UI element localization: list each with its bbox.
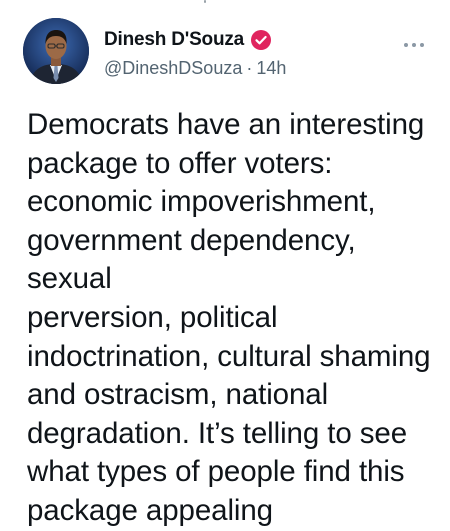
- author-name-row[interactable]: Dinesh D'Souza: [104, 27, 272, 53]
- tweet-text: Democrats have an interesting package to…: [27, 108, 431, 527]
- handle-row: @DineshDSouza · 14h: [104, 56, 286, 80]
- tweet-timestamp[interactable]: 14h: [256, 58, 286, 78]
- more-horizontal-icon: [404, 43, 408, 47]
- more-options-button[interactable]: [404, 38, 424, 52]
- verified-badge-icon: [251, 30, 272, 50]
- author-display-name[interactable]: Dinesh D'Souza: [104, 29, 244, 51]
- tweet-card: Dinesh D'Souza @DineshDSouza · 14h Democra…: [0, 0, 450, 527]
- author-handle[interactable]: @DineshDSouza: [104, 58, 242, 78]
- scroll-indicator: [204, 0, 206, 3]
- avatar[interactable]: [23, 18, 89, 84]
- more-horizontal-icon: [412, 43, 416, 47]
- more-horizontal-icon: [420, 43, 424, 47]
- avatar-image: [23, 18, 89, 84]
- handle-separator: ·: [246, 58, 253, 78]
